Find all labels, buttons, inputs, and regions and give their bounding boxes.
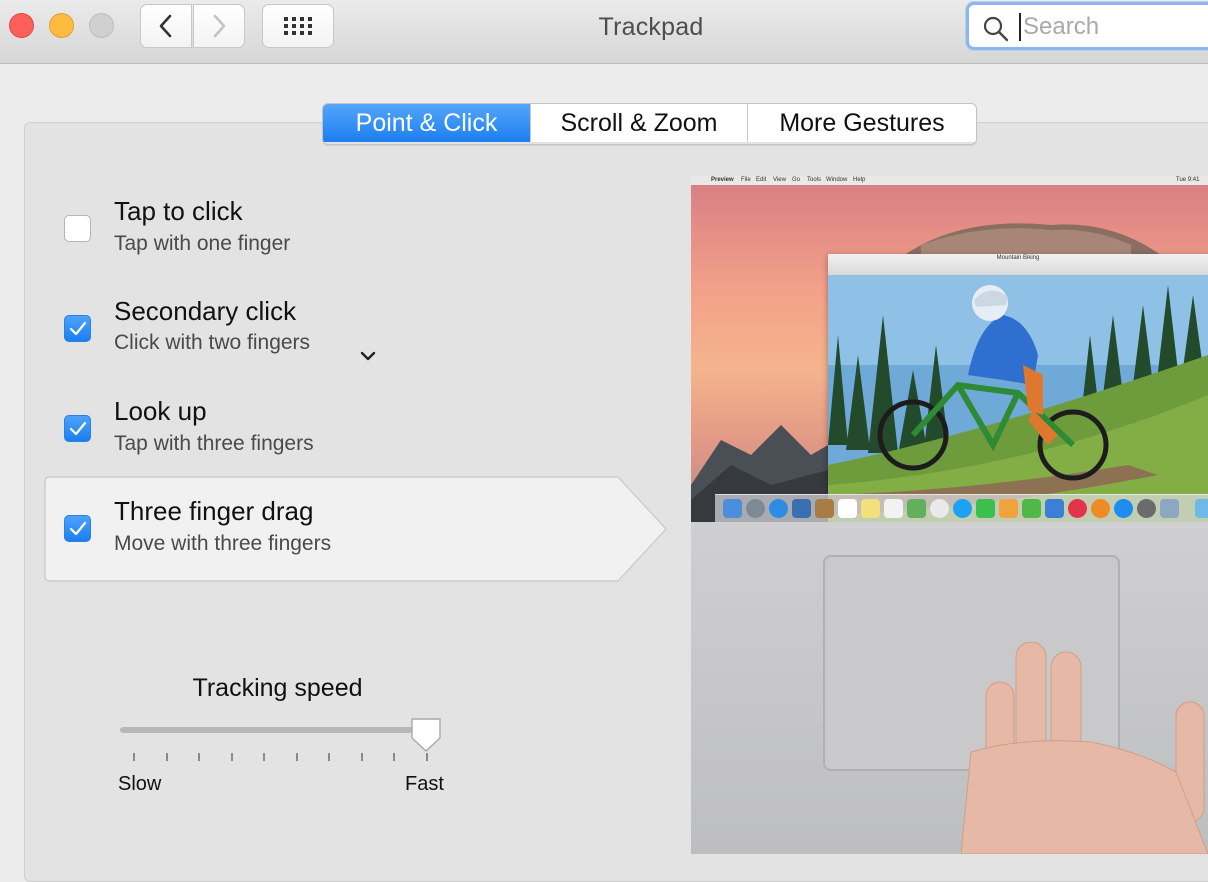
search-icon [983, 16, 1009, 42]
downloads-folder-icon [1195, 499, 1208, 518]
menu-item: Window [826, 177, 848, 183]
option-title: Secondary click [114, 296, 297, 326]
preview-dock [715, 494, 1208, 523]
preview-app-window: Mountain Biking [828, 254, 1208, 526]
hand-illustration [961, 642, 1208, 854]
option-subtitle: Tap with three fingers [114, 432, 314, 455]
tracking-speed-slider-track[interactable] [120, 727, 436, 733]
option-three-finger-drag[interactable]: Three finger drag Move with three finger… [44, 490, 664, 594]
secondary-click-checkbox[interactable] [64, 315, 91, 342]
menu-item: File [741, 177, 751, 183]
slider-tick [133, 753, 135, 761]
gesture-preview-video: Preview File Edit View Go Tools Window H… [691, 176, 1208, 854]
laptop-body [691, 522, 1208, 854]
menu-item: Tools [807, 177, 822, 183]
option-title: Tap to click [114, 196, 243, 226]
photos-icon [930, 499, 949, 518]
search-field[interactable] [966, 2, 1208, 50]
system-preferences-icon [1137, 499, 1156, 518]
text-cursor [1019, 13, 1021, 41]
tab-point-and-click[interactable]: Point & Click [323, 104, 531, 142]
menu-item: View [773, 177, 786, 183]
finder-icon [723, 499, 742, 518]
itunes-icon [1068, 499, 1087, 518]
slider-tick [230, 753, 233, 761]
tab-more-gestures[interactable]: More Gestures [748, 104, 976, 142]
tap-to-click-checkbox[interactable] [64, 215, 91, 242]
tracking-speed-label: Tracking speed [192, 674, 363, 702]
preview-menubar: Preview File Edit View Go Tools Window H… [691, 176, 1208, 192]
title-bar: Trackpad [0, 0, 1208, 64]
slider-tick [360, 753, 363, 761]
mail-icon [792, 499, 811, 518]
tab-bar: Point & Click Scroll & Zoom More Gesture… [322, 103, 977, 145]
preview-window-title: Mountain Biking [996, 255, 1040, 261]
messages-icon [953, 499, 972, 518]
app-store-icon [1114, 499, 1133, 518]
option-tap-to-click[interactable]: Tap to click Tap with one finger [44, 190, 664, 294]
search-input[interactable] [1023, 12, 1203, 42]
numbers-icon [1022, 499, 1041, 518]
slider-tick [295, 753, 298, 761]
launchpad-icon [746, 499, 765, 518]
calendar-icon [838, 499, 857, 518]
pages-icon [999, 499, 1018, 518]
ibooks-icon [1091, 499, 1110, 518]
slider-tick [426, 753, 428, 761]
slider-max-label: Fast [405, 773, 444, 795]
preview-app-icon [1160, 499, 1179, 518]
option-title: Three finger drag [114, 496, 314, 526]
checkmark-icon [69, 321, 86, 335]
option-title: Look up [114, 396, 207, 426]
look-up-checkbox[interactable] [64, 415, 91, 442]
notes-icon [861, 499, 880, 518]
option-look-up[interactable]: Look up Tap with three fingers [44, 390, 664, 494]
mountain-biking-photo [828, 275, 1208, 526]
slider-tick [393, 753, 396, 761]
checkmark-icon [69, 421, 86, 435]
facetime-icon [976, 499, 995, 518]
safari-icon [769, 499, 788, 518]
checkmark-icon [69, 521, 86, 535]
menu-item: Help [853, 177, 866, 183]
contacts-icon [815, 499, 834, 518]
option-subtitle: Move with three fingers [114, 532, 332, 555]
tracking-speed-slider-thumb[interactable] [409, 716, 443, 754]
three-finger-drag-checkbox[interactable] [64, 515, 91, 542]
chevron-down-icon[interactable] [360, 351, 376, 361]
tab-scroll-and-zoom[interactable]: Scroll & Zoom [531, 104, 748, 142]
option-subtitle: Click with two fingers [114, 331, 311, 354]
menu-item: Edit [756, 177, 767, 183]
slider-tick [165, 753, 168, 761]
slider-tick [198, 753, 201, 761]
reminders-icon [884, 499, 903, 518]
slider-tick [263, 753, 266, 761]
keynote-icon [1045, 499, 1064, 518]
menu-item: Go [792, 177, 801, 183]
slider-tick [328, 753, 331, 761]
slider-min-label: Slow [118, 773, 162, 795]
menu-item: Preview [711, 177, 734, 183]
preview-window-toolbar: Mountain Biking [828, 254, 1208, 276]
option-subtitle: Tap with one finger [114, 232, 291, 255]
option-secondary-click[interactable]: Secondary click Click with two fingers [44, 290, 664, 394]
maps-icon [907, 499, 926, 518]
